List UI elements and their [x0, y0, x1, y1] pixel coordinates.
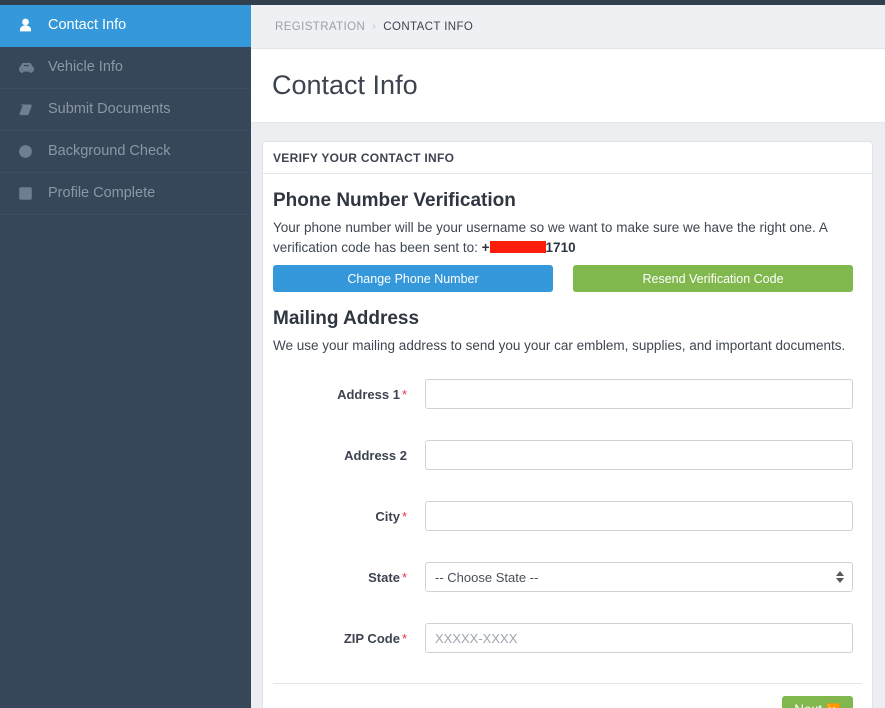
sidebar-item-vehicle-info[interactable]: Vehicle Info — [0, 47, 251, 89]
change-phone-number-button[interactable]: Change Phone Number — [273, 265, 553, 293]
form-row-state: State * -- Choose State -- — [273, 547, 862, 608]
label-text: ZIP Code — [343, 630, 400, 646]
card-footer: Next ⏩ — [273, 682, 862, 708]
required-asterisk: * — [401, 569, 407, 585]
check-circle-icon — [18, 144, 40, 159]
label-text: City — [375, 508, 400, 524]
label-text: Address 2 — [344, 447, 407, 463]
card-body: Phone Number Verification Your phone num… — [263, 174, 872, 708]
zip-input[interactable] — [425, 623, 853, 654]
zip-label: ZIP Code * — [273, 631, 425, 646]
state-label: State * — [273, 570, 425, 585]
registration-page: Contact Info Vehicle Info Submit Documen… — [0, 0, 885, 708]
city-label: City * — [273, 509, 425, 524]
city-input[interactable] — [425, 501, 853, 532]
phone-redaction-bar — [489, 240, 546, 253]
required-asterisk: * — [401, 508, 407, 524]
state-select[interactable]: -- Choose State -- — [425, 562, 853, 593]
sidebar-item-background-check[interactable]: Background Check — [0, 131, 251, 173]
breadcrumb-current: CONTACT INFO — [383, 20, 474, 33]
phone-section-description: Your phone number will be your username … — [273, 218, 862, 257]
sidebar-nav: Contact Info Vehicle Info Submit Documen… — [0, 5, 251, 708]
address1-input[interactable] — [425, 379, 853, 410]
state-select-wrapper: -- Choose State -- — [425, 562, 853, 593]
sidebar-item-contact-info[interactable]: Contact Info — [0, 5, 251, 47]
check-square-icon — [18, 186, 40, 201]
address1-label: Address 1 * — [273, 387, 425, 402]
label-text: Address 1 — [337, 386, 400, 402]
breadcrumb: REGISTRATION › CONTACT INFO — [251, 5, 885, 49]
phone-section-title: Phone Number Verification — [273, 190, 516, 211]
fast-forward-icon: ⏩ — [826, 704, 841, 708]
form-row-address1: Address 1 * — [273, 364, 862, 425]
required-asterisk: * — [401, 630, 407, 646]
resend-verification-code-button[interactable]: Resend Verification Code — [573, 265, 853, 293]
page-header: Contact Info — [251, 49, 885, 123]
next-button-label: Next — [794, 702, 822, 708]
address2-label: Address 2 — [273, 448, 425, 463]
form-row-address2: Address 2 — [273, 425, 862, 486]
documents-icon — [18, 102, 40, 117]
required-asterisk: * — [401, 386, 407, 402]
mailing-address-form: Address 1 * Address 2 City * State * -- … — [273, 364, 862, 669]
sidebar-item-profile-complete[interactable]: Profile Complete — [0, 173, 251, 215]
phone-suffix: 1710 — [545, 239, 576, 255]
sidebar-item-submit-documents[interactable]: Submit Documents — [0, 89, 251, 131]
phone-prefix: + — [481, 239, 490, 255]
verify-contact-card: VERIFY YOUR CONTACT INFO Phone Number Ve… — [262, 141, 873, 708]
page-title: Contact Info — [272, 70, 418, 100]
sidebar-item-label: Contact Info — [48, 17, 127, 34]
user-icon — [18, 18, 40, 33]
label-text: State — [368, 569, 400, 585]
form-row-city: City * — [273, 486, 862, 547]
sidebar-item-label: Vehicle Info — [48, 59, 123, 76]
sidebar-item-label: Profile Complete — [48, 185, 156, 202]
form-row-zip: ZIP Code * — [273, 608, 862, 669]
phone-action-buttons: Change Phone Number Resend Verification … — [273, 265, 862, 293]
sidebar-item-label: Background Check — [48, 143, 171, 160]
breadcrumb-parent[interactable]: REGISTRATION — [275, 21, 365, 33]
breadcrumb-separator-icon: › — [372, 20, 377, 33]
sidebar-item-label: Submit Documents — [48, 101, 171, 118]
next-button[interactable]: Next ⏩ — [782, 695, 853, 708]
card-container: VERIFY YOUR CONTACT INFO Phone Number Ve… — [251, 123, 885, 708]
car-icon — [18, 60, 40, 75]
address2-input[interactable] — [425, 440, 853, 471]
main-content: REGISTRATION › CONTACT INFO Contact Info… — [251, 5, 885, 708]
address-section-description: We use your mailing address to send you … — [273, 338, 846, 354]
address-section-title: Mailing Address — [273, 308, 420, 330]
card-header: VERIFY YOUR CONTACT INFO — [263, 142, 872, 174]
